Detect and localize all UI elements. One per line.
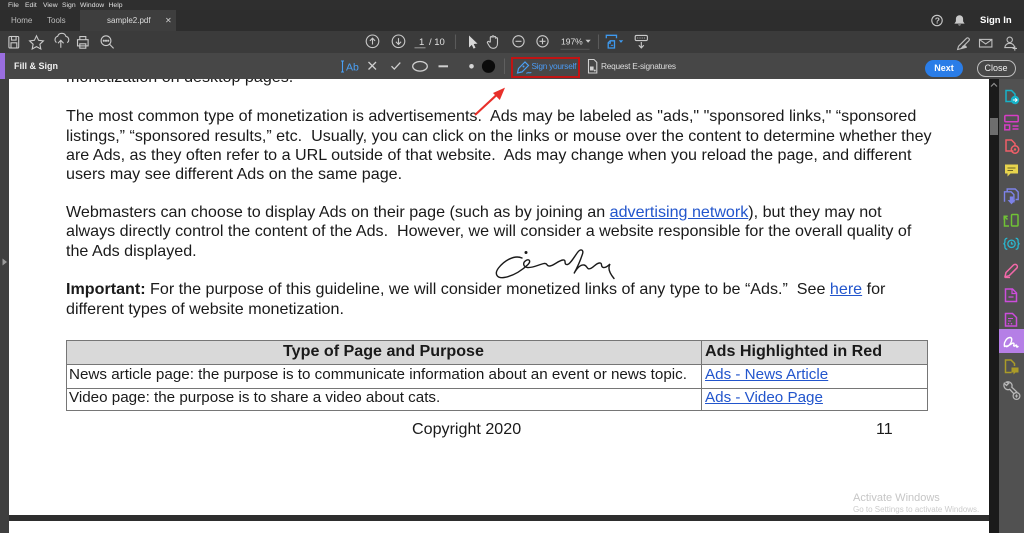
svg-text:?: ? [935,16,940,26]
svg-text:197%: 197% [561,37,583,47]
svg-text:1: 1 [419,37,424,48]
svg-text:Ab: Ab [346,62,359,74]
svg-text:/ 10: / 10 [429,37,445,48]
